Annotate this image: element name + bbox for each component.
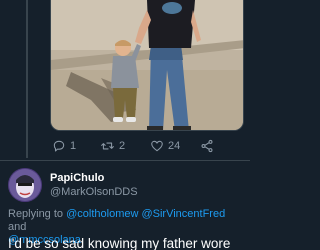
avatar[interactable] xyxy=(8,168,42,202)
reply-author-name[interactable]: PapiChulo xyxy=(50,172,104,184)
thread-connector-line xyxy=(26,0,28,158)
like-action[interactable]: 24 xyxy=(150,136,180,156)
tweet-photo[interactable] xyxy=(50,0,244,131)
retweet-action[interactable]: 2 xyxy=(100,136,125,156)
tweet-thread-screen: 1 2 24 PapiChulo @MarkOlsonDDS Replying … xyxy=(0,0,250,250)
reply-count: 1 xyxy=(70,140,77,152)
heart-icon xyxy=(151,140,163,152)
reply-author-handle[interactable]: @MarkOlsonDDS xyxy=(50,186,138,198)
like-count: 24 xyxy=(168,140,181,152)
avatar-image xyxy=(8,168,42,202)
share-action[interactable] xyxy=(200,136,214,156)
replying-to-label: Replying to xyxy=(8,208,64,220)
retweet-count: 2 xyxy=(119,140,126,152)
share-icon xyxy=(201,139,213,153)
reply-text: I'd be so sad knowing my father wore xyxy=(8,236,231,250)
tweet-action-bar: 1 2 24 xyxy=(50,136,244,156)
reply-action[interactable]: 1 xyxy=(52,136,76,156)
and-label: and xyxy=(8,221,27,233)
mention-link[interactable]: @SirVincentFred xyxy=(141,208,225,220)
reply-icon xyxy=(53,140,65,152)
retweet-icon xyxy=(101,142,114,150)
tweet-photo-image xyxy=(51,0,243,130)
mention-link[interactable]: @coltholomew xyxy=(66,208,138,220)
tweet-divider xyxy=(0,160,250,161)
